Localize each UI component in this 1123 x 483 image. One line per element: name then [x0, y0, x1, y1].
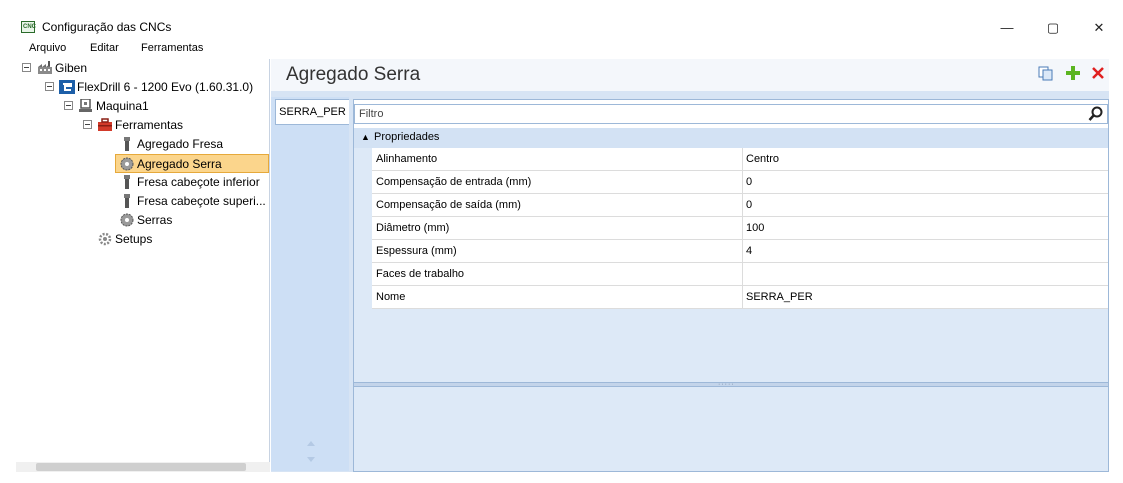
- cnc-app-icon: CNC: [21, 21, 36, 33]
- drill-bit-icon: [119, 137, 135, 151]
- saw-blade-icon: [119, 157, 135, 171]
- menu-ferramentas[interactable]: Ferramentas: [141, 42, 203, 54]
- machine-logo-icon: [59, 80, 75, 94]
- tree-node-fresa-superior[interactable]: Fresa cabeçote superi...: [16, 192, 270, 211]
- property-value[interactable]: SERRA_PER: [742, 286, 1108, 308]
- tree-node-agregado-serra[interactable]: Agregado Serra: [115, 154, 269, 173]
- tree-node-label: Maquina1: [96, 99, 149, 113]
- property-name: Diâmetro (mm): [376, 222, 450, 234]
- property-grid: ▲ Propriedades Alinhamento Centro Compen…: [354, 128, 1108, 382]
- close-button[interactable]: ✕: [1076, 14, 1122, 42]
- tree-panel: Giben FlexDrill 6 - 1200 Evo (1.60.31.0)…: [16, 59, 270, 472]
- scrollbar-thumb[interactable]: [36, 463, 246, 471]
- window-title: Configuração das CNCs: [42, 20, 172, 34]
- tree-node-label: Giben: [55, 61, 88, 75]
- drill-bit-icon: [119, 175, 135, 189]
- property-name: Nome: [376, 291, 406, 303]
- factory-icon: [37, 61, 53, 75]
- property-name: Faces de trabalho: [376, 268, 465, 280]
- search-icon[interactable]: [1088, 106, 1104, 122]
- tree-node-label: FlexDrill 6 - 1200 Evo (1.60.31.0): [77, 80, 254, 94]
- tree-node-fresa-inferior[interactable]: Fresa cabeçote inferior: [16, 173, 270, 192]
- property-name: Espessura (mm): [376, 245, 457, 257]
- tree-node-setups[interactable]: Setups: [16, 230, 270, 249]
- title-bar[interactable]: CNC Configuração das CNCs — ▢ ✕: [16, 14, 1123, 42]
- tree-node-label: Fresa cabeçote superi...: [137, 194, 266, 208]
- tree-node-agregado-fresa[interactable]: Agregado Fresa: [16, 135, 270, 154]
- tree-node-flexdrill[interactable]: FlexDrill 6 - 1200 Evo (1.60.31.0): [16, 78, 270, 97]
- tree-node-giben[interactable]: Giben: [16, 59, 270, 78]
- property-row[interactable]: Diâmetro (mm) 100: [372, 217, 1108, 240]
- tree-node-label: Setups: [115, 232, 153, 246]
- property-value[interactable]: 0: [742, 171, 1108, 193]
- delete-icon[interactable]: [1089, 65, 1107, 83]
- tree-node-label: Fresa cabeçote inferior: [137, 175, 260, 189]
- tab-scroll-down-icon[interactable]: [307, 457, 315, 462]
- maximize-button[interactable]: ▢: [1030, 14, 1076, 42]
- collapse-toggle[interactable]: [83, 120, 92, 129]
- gear-icon: [97, 232, 113, 246]
- filter-input[interactable]: Filtro: [354, 104, 1108, 124]
- saw-blade-icon: [119, 213, 135, 227]
- tree-node-label: Serras: [137, 213, 173, 227]
- details-header: Agregado Serra: [271, 59, 1109, 91]
- property-value[interactable]: 0: [742, 194, 1108, 216]
- description-panel: [354, 387, 1108, 471]
- menu-arquivo[interactable]: Arquivo: [29, 42, 66, 54]
- tree-node-label: Agregado Fresa: [137, 137, 224, 151]
- property-value[interactable]: 100: [742, 217, 1108, 239]
- property-row[interactable]: Alinhamento Centro: [372, 148, 1108, 171]
- tab-serra-per[interactable]: SERRA_PER: [275, 99, 349, 125]
- property-editor: Filtro ▲ Propriedades Alinhamento Centro…: [353, 99, 1109, 472]
- tree-node-serras[interactable]: Serras: [16, 211, 270, 230]
- tree-node-label: Agregado Serra: [137, 157, 222, 171]
- tab-scroll-up-icon[interactable]: [307, 441, 315, 446]
- property-value[interactable]: 4: [742, 240, 1108, 262]
- vertical-tab-strip: SERRA_PER: [271, 97, 349, 471]
- collapse-toggle[interactable]: [64, 101, 73, 110]
- tree-node-ferramentas[interactable]: Ferramentas: [16, 116, 270, 135]
- drill-bit-icon: [119, 194, 135, 208]
- property-name: Compensação de entrada (mm): [376, 176, 532, 188]
- details-panel: Agregado Serra SERRA_PER Filtro ▲ Propri…: [271, 59, 1109, 472]
- tree-node-label: Ferramentas: [115, 118, 184, 132]
- collapse-toggle[interactable]: [45, 82, 54, 91]
- property-name: Alinhamento: [376, 153, 438, 165]
- property-value[interactable]: [742, 263, 1108, 285]
- property-name: Compensação de saída (mm): [376, 199, 521, 211]
- menu-editar[interactable]: Editar: [90, 42, 119, 54]
- horizontal-scrollbar[interactable]: [16, 462, 270, 472]
- minimize-button[interactable]: —: [984, 14, 1030, 42]
- add-icon[interactable]: [1064, 65, 1082, 83]
- chevron-up-icon[interactable]: ▲: [361, 132, 370, 142]
- property-value[interactable]: Centro: [742, 148, 1108, 170]
- category-label: Propriedades: [374, 131, 440, 143]
- property-row[interactable]: Nome SERRA_PER: [372, 286, 1108, 309]
- copy-icon[interactable]: [1037, 65, 1055, 83]
- category-propriedades[interactable]: ▲ Propriedades: [354, 128, 1108, 148]
- property-row[interactable]: Espessura (mm) 4: [372, 240, 1108, 263]
- menu-bar: Arquivo Editar Ferramentas: [16, 42, 1123, 59]
- property-row[interactable]: Compensação de entrada (mm) 0: [372, 171, 1108, 194]
- application-window: CNC Configuração das CNCs — ▢ ✕ Arquivo …: [0, 0, 1123, 483]
- page-title: Agregado Serra: [286, 64, 421, 85]
- filter-placeholder: Filtro: [359, 108, 384, 120]
- machine-icon: [78, 98, 94, 113]
- property-row[interactable]: Faces de trabalho: [372, 263, 1108, 286]
- tree-node-maquina1[interactable]: Maquina1: [16, 97, 270, 116]
- collapse-toggle[interactable]: [22, 63, 31, 72]
- toolbox-icon: [97, 118, 113, 132]
- property-row[interactable]: Compensação de saída (mm) 0: [372, 194, 1108, 217]
